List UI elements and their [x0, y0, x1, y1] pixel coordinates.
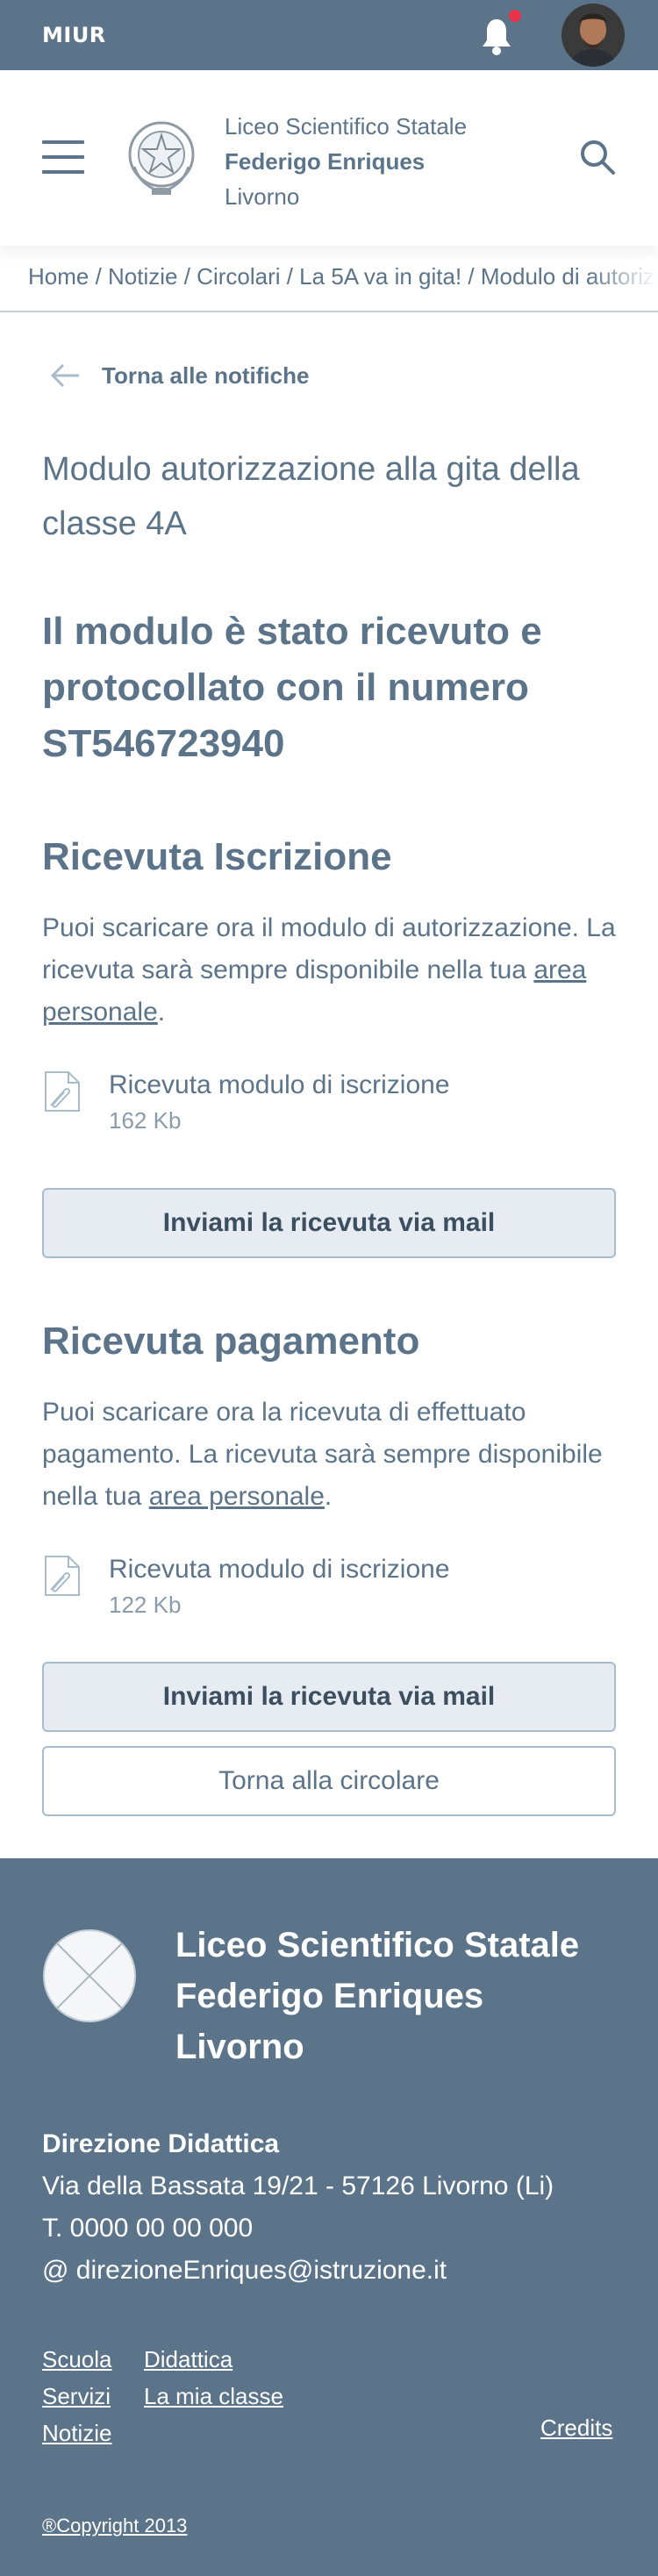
school-name-line2: Federigo Enriques: [225, 148, 426, 175]
back-to-circular-button[interactable]: Torna alla circolare: [42, 1746, 616, 1816]
logo-placeholder-icon: [43, 1929, 136, 2022]
footer-links: Scuola Didattica Servizi La mia classe N…: [42, 2341, 283, 2451]
footer-link-scuola[interactable]: Scuola: [42, 2341, 144, 2378]
footer-link-notizie[interactable]: Notizie: [42, 2415, 144, 2451]
footer-link-la-mia-classe[interactable]: La mia classe: [144, 2378, 283, 2415]
contact-address: Via della Bassata 19/21 - 57126 Livorno …: [42, 2172, 554, 2200]
send-receipt-mail-button[interactable]: Inviami la ricevuta via mail: [42, 1188, 616, 1258]
school-name-line3: Livorno: [225, 183, 300, 210]
footer-link-credits[interactable]: Credits: [540, 2415, 612, 2442]
arrow-left-icon: [50, 363, 79, 388]
footer-link-didattica[interactable]: Didattica: [144, 2341, 232, 2378]
contact-title: Direzione Didattica: [42, 2129, 280, 2158]
breadcrumb: Home / Notizie / Circolari / La 5A va in…: [0, 258, 658, 312]
section-title-iscrizione: Ricevuta Iscrizione: [42, 835, 392, 878]
file-clip-icon: [45, 1071, 80, 1112]
file-clip-icon: [45, 1556, 80, 1596]
contact-email: @ direzioneEnriques@istruzione.it: [42, 2256, 447, 2285]
confirmation-message: Il modulo è stato ricevuto e protocollat…: [42, 610, 542, 765]
section-text-pagamento: Puoi scaricare ora la ricevuta di effett…: [42, 1398, 603, 1511]
file-name: Ricevuta modulo di iscrizione: [109, 1070, 450, 1099]
file-size: 122 Kb: [109, 1592, 182, 1618]
miur-brand[interactable]: MIUR: [42, 23, 106, 47]
document-title: Modulo autorizzazione alla gita della cl…: [42, 451, 580, 542]
footer-copyright[interactable]: ®Copyright 2013: [42, 2515, 187, 2537]
avatar[interactable]: [561, 4, 625, 67]
menu-icon[interactable]: [42, 140, 84, 175]
notification-dot: [506, 7, 524, 25]
file-size: 162 Kb: [109, 1107, 182, 1134]
footer-contact: Direzione Didattica Via della Bassata 19…: [42, 2123, 554, 2292]
school-name[interactable]: Liceo Scientifico Statale Federigo Enriq…: [225, 109, 467, 214]
site-header: Liceo Scientifico Statale Federigo Enriq…: [0, 70, 658, 246]
back-to-notifications-link[interactable]: Torna alle notifiche: [49, 358, 309, 393]
site-footer: Liceo Scientifico Statale Federigo Enriq…: [0, 1858, 658, 2576]
top-bar: MIUR: [0, 0, 658, 70]
send-payment-receipt-mail-button[interactable]: Inviami la ricevuta via mail: [42, 1662, 616, 1732]
area-personale-link[interactable]: area personale: [149, 1482, 325, 1511]
section-title-pagamento: Ricevuta pagamento: [42, 1320, 420, 1363]
footer-link-servizi[interactable]: Servizi: [42, 2378, 144, 2415]
republic-emblem-icon: [128, 121, 195, 195]
school-name-line1: Liceo Scientifico Statale: [225, 113, 468, 140]
back-link-label: Torna alle notifiche: [102, 361, 310, 389]
breadcrumb-trail[interactable]: Home / Notizie / Circolari / La 5A va in…: [28, 263, 658, 290]
search-icon[interactable]: [579, 139, 616, 175]
contact-phone: T. 0000 00 00 000: [42, 2214, 254, 2243]
file-name: Ricevuta modulo di iscrizione: [109, 1555, 450, 1584]
section-text-iscrizione: Puoi scaricare ora il modulo di autorizz…: [42, 913, 616, 1027]
footer-school-name: Liceo Scientifico Statale Federigo Enriq…: [175, 1926, 580, 2066]
